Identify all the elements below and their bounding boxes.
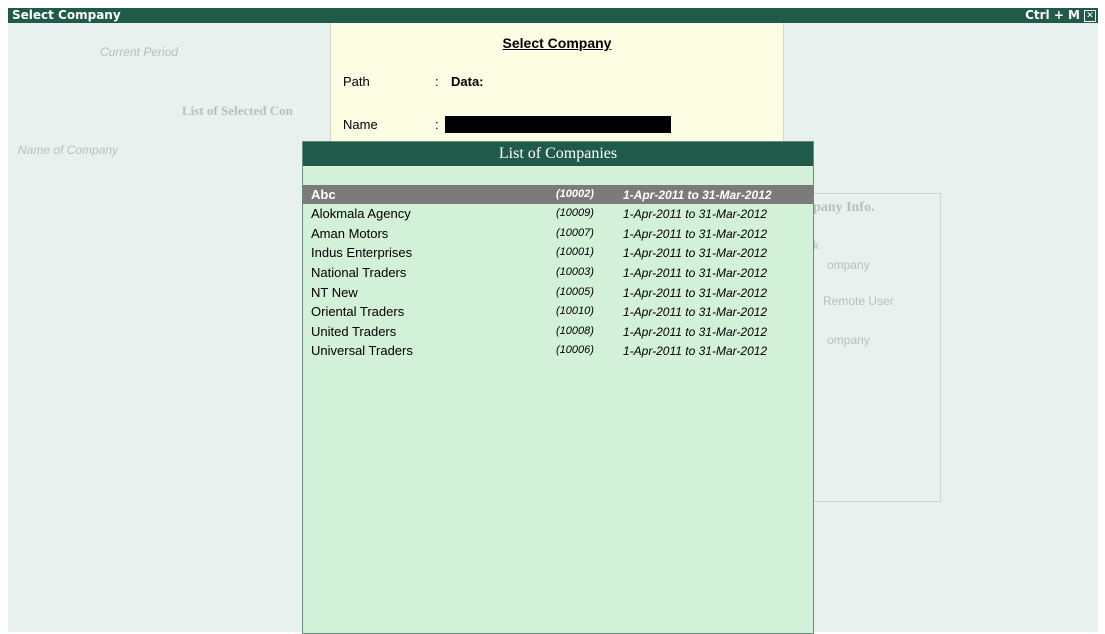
company-period: 1-Apr-2011 to 31-Mar-2012	[623, 246, 768, 260]
select-company-panel: Select Company Path : Data: Name :	[330, 23, 784, 141]
company-period: 1-Apr-2011 to 31-Mar-2012	[623, 266, 768, 280]
path-value: Data:	[451, 74, 484, 89]
company-list-item[interactable]: Abc (10002) 1-Apr-2011 to 31-Mar-2012	[303, 185, 813, 204]
company-list-item[interactable]: United Traders (10008) 1-Apr-2011 to 31-Ma…	[303, 322, 813, 341]
company-list-item[interactable]: Universal Traders (10006) 1-Apr-2011 to 31…	[303, 341, 813, 360]
current-period-label: Current Period	[100, 45, 179, 59]
company-list-item[interactable]: Indus Enterprises (10001) 1-Apr-2011 to 31…	[303, 243, 813, 262]
company-code: (10007)	[556, 227, 594, 239]
company-name: National Traders	[311, 265, 407, 280]
company-list-item[interactable]: Oriental Traders (10010) 1-Apr-2011 to 31-…	[303, 302, 813, 321]
company-code: (10001)	[556, 246, 594, 258]
list-of-companies-popup: List of Companies Abc (10002) 1-Apr-2011 t…	[302, 141, 814, 634]
company-list-item[interactable]: National Traders (10003) 1-Apr-2011 to 31-…	[303, 263, 813, 282]
company-name: United Traders	[311, 324, 397, 339]
company-code: (10006)	[556, 344, 594, 356]
company-name: Oriental Traders	[311, 304, 405, 319]
company-name: Abc	[311, 187, 336, 202]
info-line-4: ompany	[827, 333, 870, 347]
name-input[interactable]	[445, 116, 671, 133]
company-list-item[interactable]: NT New (10005) 1-Apr-2011 to 31-Mar-2012	[303, 283, 813, 302]
company-list-item[interactable]: Aman Motors (10007) 1-Apr-2011 to 31-Mar-2…	[303, 224, 813, 243]
company-period: 1-Apr-2011 to 31-Mar-2012	[623, 227, 768, 241]
company-period: 1-Apr-2011 to 31-Mar-2012	[623, 286, 768, 300]
close-icon[interactable]: ✕	[1084, 10, 1096, 22]
company-code: (10003)	[556, 266, 594, 278]
info-line-2: ompany	[827, 258, 870, 272]
name-of-company-label: Name of Company	[18, 143, 119, 157]
shortcut-label: Ctrl + M	[1025, 8, 1080, 22]
company-name: NT New	[311, 285, 358, 300]
company-name: Aman Motors	[311, 226, 389, 241]
company-list-item[interactable]: Alokmala Agency (10009) 1-Apr-2011 to 31-M…	[303, 204, 813, 223]
select-company-title: Select Company	[502, 35, 612, 51]
list-header: List of Companies	[303, 142, 813, 166]
path-label: Path	[343, 74, 370, 89]
info-line-3: Remote User	[823, 294, 894, 308]
company-code: (10005)	[556, 286, 594, 298]
company-period: 1-Apr-2011 to 31-Mar-2012	[623, 344, 768, 358]
window-title-bar: Select Company Ctrl + M ✕	[8, 8, 1098, 23]
path-colon: :	[435, 74, 439, 89]
company-code: (10008)	[556, 325, 594, 337]
company-code: (10009)	[556, 207, 594, 219]
name-label: Name	[343, 117, 378, 132]
company-period: 1-Apr-2011 to 31-Mar-2012	[623, 305, 768, 319]
company-code: (10002)	[556, 188, 594, 200]
company-info-box: pany Info. k ompany Remote User ompany	[800, 193, 941, 502]
company-period: 1-Apr-2011 to 31-Mar-2012	[623, 207, 768, 221]
company-name: Universal Traders	[311, 343, 413, 358]
company-period: 1-Apr-2011 to 31-Mar-2012	[623, 325, 768, 339]
company-name: Indus Enterprises	[311, 245, 413, 260]
list-of-selected-label: List of Selected Con	[182, 103, 293, 118]
company-name: Alokmala Agency	[311, 206, 411, 221]
window-title: Select Company	[12, 8, 121, 22]
name-colon: :	[435, 117, 439, 132]
company-info-title: pany Info.	[813, 200, 875, 215]
company-period: 1-Apr-2011 to 31-Mar-2012	[623, 188, 772, 202]
company-code: (10010)	[556, 305, 594, 317]
